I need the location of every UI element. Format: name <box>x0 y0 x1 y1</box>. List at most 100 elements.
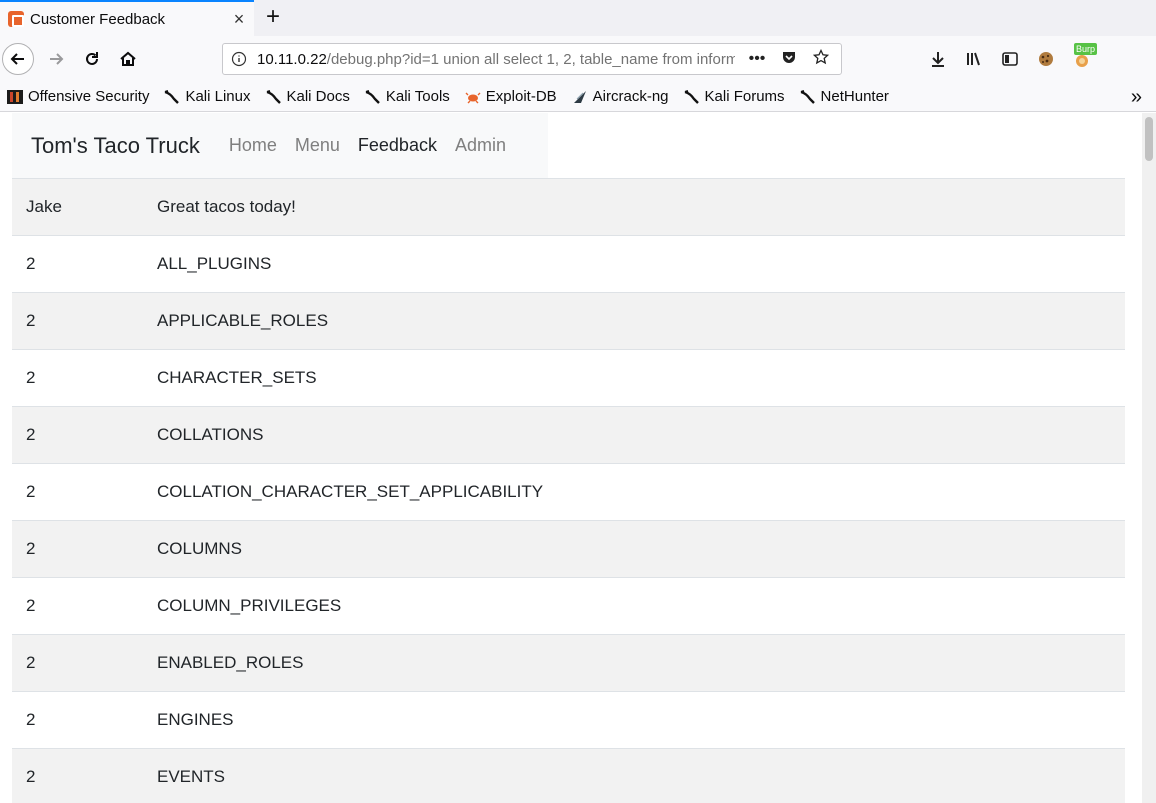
bookmark-label: Kali Forums <box>704 88 785 105</box>
library-button[interactable] <box>956 43 992 75</box>
row-name-cell: 2 <box>26 710 36 729</box>
bookmark-label: NetHunter <box>820 88 889 105</box>
nav-link-feedback[interactable]: Feedback <box>358 135 437 156</box>
bookmark-kali-linux[interactable]: Kali Linux <box>163 88 251 106</box>
kali-dragon-icon <box>799 88 817 106</box>
url-bar[interactable]: 10.11.0.22/debug.php?id=1 union all sele… <box>222 43 842 75</box>
kali-dragon-icon <box>683 88 701 106</box>
pocket-icon[interactable] <box>773 49 805 70</box>
table-row: 2 COLLATIONS <box>12 406 1125 464</box>
kali-dragon-icon <box>163 88 181 106</box>
table-row: 2 COLUMN_PRIVILEGES <box>12 577 1125 635</box>
bookmarks-toolbar: Offensive Security Kali Linux Kali Docs … <box>0 82 1156 112</box>
table-row: 2 ENGINES <box>12 691 1125 749</box>
row-comment-cell: COLUMN_PRIVILEGES <box>157 596 342 615</box>
row-name-cell: 2 <box>26 767 36 787</box>
tab-strip: Customer Feedback × + <box>0 0 1156 36</box>
reload-icon <box>86 52 98 65</box>
row-comment-cell: ENABLED_ROLES <box>157 653 304 672</box>
tab-title: Customer Feedback <box>30 10 166 28</box>
info-icon[interactable] <box>231 51 247 67</box>
tab-customer-feedback[interactable]: Customer Feedback × <box>0 0 254 36</box>
bookmark-kali-tools[interactable]: Kali Tools <box>364 88 450 106</box>
row-comment-cell: EVENTS <box>157 767 226 787</box>
bookmark-label: Kali Linux <box>185 88 251 105</box>
bookmarks-overflow-icon[interactable]: » <box>1131 86 1142 109</box>
bookmark-label: Offensive Security <box>28 88 150 105</box>
row-comment-cell: ENGINES <box>157 710 234 729</box>
scrollbar-thumb[interactable] <box>1145 117 1153 161</box>
row-name-cell: 2 <box>26 254 36 273</box>
download-icon <box>932 52 944 67</box>
row-comment-cell: COLLATION_CHARACTER_SET_APPLICABILITY <box>157 482 544 501</box>
url-path: /debug.php?id=1 union all select 1, 2, t… <box>326 50 735 68</box>
feedback-table: Jake Great tacos today! 2 ALL_PLUGINS 2 APPLI… <box>12 178 1125 803</box>
cookie-extension-button[interactable] <box>1028 43 1064 75</box>
bookmark-nethunter[interactable]: NetHunter <box>799 88 889 106</box>
table-row: 2 COLLATION_CHARACTER_SET_APPLICABILITY <box>12 463 1125 521</box>
table-row: 2 ALL_PLUGINS <box>12 235 1125 293</box>
bookmark-offensive-security[interactable]: Offensive Security <box>6 88 149 106</box>
forward-button[interactable] <box>40 43 72 75</box>
site-brand[interactable]: Tom's Taco Truck <box>31 133 200 159</box>
row-name-cell: Jake <box>26 197 62 216</box>
url-text[interactable]: 10.11.0.22/debug.php?id=1 union all sele… <box>257 51 735 68</box>
bookmark-label: Kali Docs <box>286 88 350 105</box>
reload-button[interactable] <box>76 43 108 75</box>
table-row: Jake Great tacos today! <box>12 178 1125 236</box>
row-name-cell: 2 <box>26 311 36 330</box>
home-icon <box>120 51 136 66</box>
cookie-icon <box>1039 52 1053 66</box>
row-name-cell: 2 <box>26 482 36 501</box>
site-navbar: Tom's Taco Truck Home Menu Feedback Admi… <box>12 113 548 178</box>
bookmark-label: Aircrack-ng <box>592 88 669 105</box>
row-name-cell: 2 <box>26 425 36 444</box>
table-row: 2 CHARACTER_SETS <box>12 349 1125 407</box>
row-comment-cell: CHARACTER_SETS <box>157 368 317 387</box>
aircrack-icon <box>571 88 589 106</box>
navigation-toolbar: 10.11.0.22/debug.php?id=1 union all sele… <box>0 36 1156 106</box>
row-comment-cell: COLLATIONS <box>157 425 264 444</box>
back-button[interactable] <box>2 43 34 75</box>
table-row: 2 EVENTS <box>12 748 1125 803</box>
library-icon <box>967 52 980 66</box>
close-tab-icon[interactable]: × <box>224 9 254 30</box>
url-host: 10.11.0.22 <box>257 50 327 68</box>
home-button[interactable] <box>112 43 144 75</box>
row-name-cell: 2 <box>26 653 36 672</box>
table-row: 2 ENABLED_ROLES <box>12 634 1125 692</box>
exploit-db-icon <box>464 88 482 106</box>
row-comment-cell: APPLICABLE_ROLES <box>157 311 329 330</box>
forward-arrow-icon <box>50 53 64 65</box>
table-row: 2 APPLICABLE_ROLES <box>12 292 1125 350</box>
kali-dragon-icon <box>265 88 283 106</box>
page-scrollbar[interactable] <box>1142 113 1156 803</box>
table-row: 2 COLUMNS <box>12 520 1125 578</box>
bookmark-kali-forums[interactable]: Kali Forums <box>683 88 785 106</box>
nav-link-home[interactable]: Home <box>229 135 277 156</box>
downloads-button[interactable] <box>920 43 956 75</box>
new-tab-button[interactable]: + <box>258 2 288 34</box>
page-actions-icon[interactable]: ••• <box>741 50 773 68</box>
row-comment-cell: Great tacos today! <box>157 197 296 216</box>
sidebar-icon <box>1002 52 1018 66</box>
bookmark-label: Exploit-DB <box>485 88 557 105</box>
page-viewport: Tom's Taco Truck Home Menu Feedback Admi… <box>0 113 1142 803</box>
xampp-favicon-icon <box>8 11 24 27</box>
nav-link-admin[interactable]: Admin <box>455 135 506 156</box>
kali-dragon-icon <box>364 88 382 106</box>
bookmark-label: Kali Tools <box>385 88 450 105</box>
nav-link-menu[interactable]: Menu <box>295 135 340 156</box>
row-name-cell: 2 <box>26 539 36 558</box>
offsec-icon <box>6 88 24 106</box>
bookmark-kali-docs[interactable]: Kali Docs <box>265 88 350 106</box>
back-arrow-icon <box>10 53 24 65</box>
burp-badge: Burp <box>1074 43 1098 55</box>
row-name-cell: 2 <box>26 596 36 615</box>
bookmark-star-icon[interactable] <box>805 48 837 70</box>
row-comment-cell: COLUMNS <box>157 539 243 558</box>
sidebar-button[interactable] <box>992 43 1028 75</box>
row-comment-cell: ALL_PLUGINS <box>157 254 272 273</box>
bookmark-exploit-db[interactable]: Exploit-DB <box>464 88 557 106</box>
bookmark-aircrack-ng[interactable]: Aircrack-ng <box>571 88 669 106</box>
